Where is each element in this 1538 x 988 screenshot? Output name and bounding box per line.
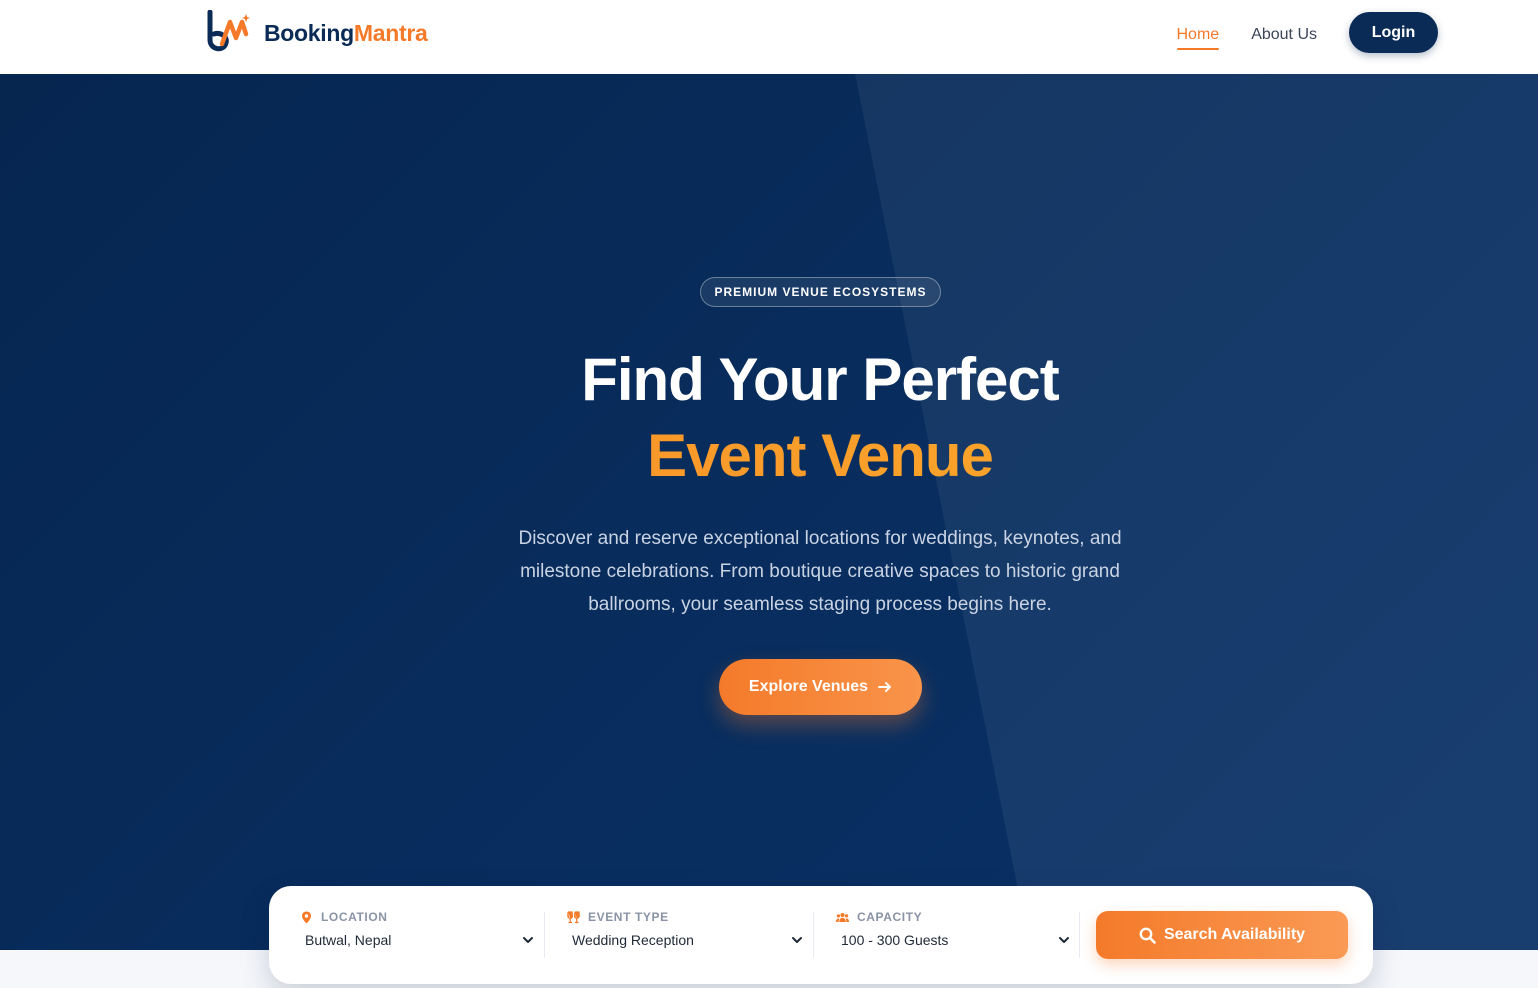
nav-link-home[interactable]: Home <box>1176 16 1219 50</box>
chevron-down-icon <box>1059 937 1069 943</box>
brand-name: BookingMantra <box>264 19 428 46</box>
glasses-cheers-icon <box>567 910 580 923</box>
chevron-down-icon <box>523 937 533 943</box>
location-label: LOCATION <box>321 910 388 924</box>
event-type-label: EVENT TYPE <box>588 910 669 924</box>
arrow-right-icon <box>878 682 892 692</box>
search-icon <box>1139 927 1156 944</box>
location-select[interactable]: LOCATION Butwal, Nepal <box>300 910 534 960</box>
explore-venues-label: Explore Venues <box>748 678 869 695</box>
location-value: Butwal, Nepal <box>305 932 392 948</box>
field-divider <box>544 912 545 958</box>
login-button[interactable]: Login <box>1349 12 1438 53</box>
hero-background-sheen <box>855 74 1538 950</box>
navbar: BookingMantra Home About Us Login <box>0 0 1538 74</box>
explore-venues-button[interactable]: Explore Venues <box>719 659 922 715</box>
search-availability-label: Search Availability <box>1163 926 1306 943</box>
capacity-value-row: 100 - 300 Guests <box>836 932 1070 948</box>
location-value-row: Butwal, Nepal <box>300 932 534 948</box>
capacity-value: 100 - 300 Guests <box>841 932 949 948</box>
event-type-label-row: EVENT TYPE <box>567 910 803 924</box>
event-type-select[interactable]: EVENT TYPE Wedding Reception <box>567 910 803 960</box>
search-availability-button[interactable]: Search Availability <box>1096 911 1348 959</box>
nav-links: Home About Us Login <box>1176 12 1438 53</box>
field-divider <box>813 912 814 958</box>
hero-badge: PREMIUM VENUE ECOSYSTEMS <box>700 277 941 307</box>
event-type-value-row: Wedding Reception <box>567 932 803 948</box>
location-label-row: LOCATION <box>300 910 534 924</box>
event-type-value: Wedding Reception <box>572 932 694 948</box>
users-icon <box>836 912 849 922</box>
hero-description: Discover and reserve exceptional locatio… <box>518 528 1122 615</box>
map-pin-icon <box>302 911 311 923</box>
brand-logo[interactable]: BookingMantra <box>206 9 428 56</box>
capacity-label: CAPACITY <box>857 910 923 924</box>
brand-logo-icon <box>206 9 252 56</box>
hero-title-line1: Find Your Perfect <box>581 346 1060 413</box>
hero-section: PREMIUM VENUE ECOSYSTEMS Find Your Perfe… <box>0 74 1538 950</box>
capacity-select[interactable]: CAPACITY 100 - 300 Guests <box>836 910 1070 960</box>
capacity-label-row: CAPACITY <box>836 910 1070 924</box>
hero-title: Find Your Perfect Event Venue <box>0 342 1538 494</box>
venue-search-bar: LOCATION Butwal, Nepal EVENT TYPE Weddin… <box>269 886 1373 984</box>
nav-link-about-us[interactable]: About Us <box>1251 16 1317 50</box>
chevron-down-icon <box>792 937 802 943</box>
field-divider <box>1079 912 1080 958</box>
hero-title-line2: Event Venue <box>0 418 1538 494</box>
